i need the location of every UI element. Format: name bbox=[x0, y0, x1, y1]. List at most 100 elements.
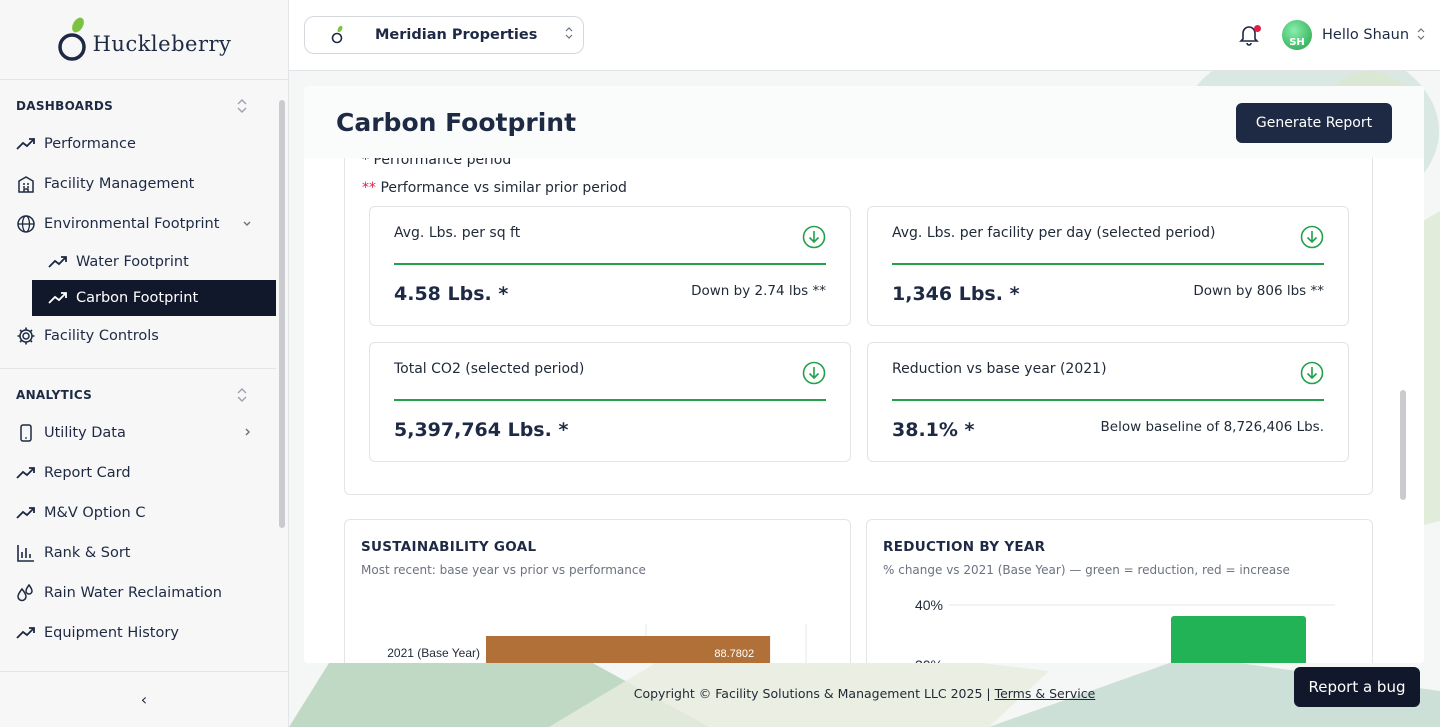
footnote-marker: ** bbox=[362, 180, 376, 196]
chevron-down-icon bbox=[242, 217, 252, 231]
page-title: Carbon Footprint bbox=[336, 108, 577, 137]
copyright-text: Copyright © Facility Solutions & Managem… bbox=[633, 686, 995, 701]
kpi-title: Total CO2 (selected period) bbox=[394, 361, 585, 377]
generate-report-button[interactable]: Generate Report bbox=[1236, 103, 1392, 143]
kpi-card-reduction-vs-base: Reduction vs base year (2021) 38.1% * Be… bbox=[867, 342, 1349, 462]
y-tick-label: 40% bbox=[915, 597, 943, 613]
sidebar-item-environmental-footprint[interactable]: Environmental Footprint bbox=[0, 204, 276, 244]
sidebar-item-water-footprint[interactable]: Water Footprint bbox=[32, 244, 276, 280]
trend-up-icon bbox=[16, 503, 36, 523]
kpi-card-lbs-per-sqft: Avg. Lbs. per sq ft 4.58 Lbs. * Down by … bbox=[369, 206, 851, 326]
kpi-value: 1,346 Lbs. * bbox=[892, 283, 1020, 305]
sidebar-item-label: Environmental Footprint bbox=[44, 216, 220, 232]
sidebar-scrollbar[interactable] bbox=[279, 100, 285, 528]
chevron-updown-icon bbox=[565, 26, 573, 42]
trend-up-icon bbox=[48, 252, 68, 272]
reduction-by-year-card: REDUCTION BY YEAR % change vs 2021 (Base… bbox=[866, 519, 1373, 663]
kpi-change: Below baseline of 8,726,406 Lbs. bbox=[1100, 419, 1324, 435]
globe-icon bbox=[16, 214, 36, 234]
avatar: SH bbox=[1282, 20, 1312, 50]
main-content: Carbon Footprint Generate Report * Perfo… bbox=[304, 86, 1424, 663]
report-bug-button[interactable]: Report a bug bbox=[1294, 667, 1420, 707]
property-name: Meridian Properties bbox=[375, 27, 538, 43]
kpi-panel: * Performance period ** Performance vs s… bbox=[344, 146, 1373, 495]
sidebar-item-label: Rain Water Reclaimation bbox=[44, 585, 222, 601]
section-analytics[interactable]: ANALYTICS bbox=[0, 377, 276, 413]
kpi-divider bbox=[892, 263, 1324, 265]
sidebar-item-mv-option-c[interactable]: M&V Option C bbox=[0, 493, 276, 533]
sidebar-item-label: Equipment History bbox=[44, 625, 179, 641]
sidebar-item-carbon-footprint[interactable]: Carbon Footprint bbox=[32, 280, 276, 316]
arrow-down-circle-icon bbox=[802, 361, 826, 385]
data-label: 88.7802 bbox=[714, 648, 754, 660]
trend-up-icon bbox=[48, 288, 68, 308]
logo[interactable]: Huckleberry bbox=[0, 0, 288, 80]
trend-up-icon bbox=[16, 134, 36, 154]
chevron-updown-icon bbox=[237, 99, 247, 113]
sidebar-item-equipment-history[interactable]: Equipment History bbox=[0, 613, 276, 653]
divider bbox=[0, 368, 276, 369]
phone-icon bbox=[16, 423, 36, 443]
section-title-analytics: ANALYTICS bbox=[16, 388, 93, 402]
sidebar-item-label: Report Card bbox=[44, 465, 131, 481]
kpi-title: Avg. Lbs. per sq ft bbox=[394, 225, 521, 241]
sidebar-nav: DASHBOARDS Performance Facility Manageme… bbox=[0, 88, 276, 673]
sidebar-item-label: Utility Data bbox=[44, 425, 126, 441]
terms-link[interactable]: Terms & Service bbox=[995, 686, 1096, 701]
section-dashboards[interactable]: DASHBOARDS bbox=[0, 88, 276, 124]
user-greeting: Hello Shaun bbox=[1322, 27, 1410, 43]
notification-badge bbox=[1254, 25, 1261, 32]
sidebar-item-label: Facility Controls bbox=[44, 328, 159, 344]
sidebar-item-label: Carbon Footprint bbox=[76, 290, 199, 306]
bar bbox=[1171, 616, 1306, 663]
logo-text: Huckleberry bbox=[92, 31, 232, 56]
droplets-icon bbox=[16, 583, 36, 603]
sidebar-item-utility-data[interactable]: Utility Data bbox=[0, 413, 276, 453]
sidebar-item-facility-controls[interactable]: Facility Controls bbox=[0, 316, 276, 356]
kpi-divider bbox=[892, 399, 1324, 401]
kpi-change: Down by 806 lbs ** bbox=[1193, 283, 1324, 299]
sidebar-item-label: Facility Management bbox=[44, 176, 195, 192]
sidebar-item-facility-management[interactable]: Facility Management bbox=[0, 164, 276, 204]
sidebar-item-rain-water-reclaimation[interactable]: Rain Water Reclaimation bbox=[0, 573, 276, 613]
property-selector[interactable]: Meridian Properties bbox=[304, 16, 584, 54]
logo-icon bbox=[57, 17, 86, 61]
gear-icon bbox=[16, 326, 36, 346]
kpi-card-lbs-per-facility-day: Avg. Lbs. per facility per day (selected… bbox=[867, 206, 1349, 326]
section-title-dashboards: DASHBOARDS bbox=[16, 99, 114, 113]
kpi-divider bbox=[394, 399, 826, 401]
sustainability-goal-chart: 2021 (Base Year) 88.7802 bbox=[387, 624, 807, 663]
y-tick-label: 30% bbox=[915, 657, 943, 663]
top-bar: Meridian Properties SH Hello Shaun bbox=[289, 0, 1440, 71]
sidebar-item-report-card[interactable]: Report Card bbox=[0, 453, 276, 493]
footnote-text: Performance vs similar prior period bbox=[376, 180, 627, 196]
sidebar-item-performance[interactable]: Performance bbox=[0, 124, 276, 164]
kpi-title: Avg. Lbs. per facility per day (selected… bbox=[892, 225, 1216, 241]
user-menu[interactable]: SH Hello Shaun bbox=[1282, 20, 1425, 50]
footnote-double: ** Performance vs similar prior period bbox=[362, 180, 627, 196]
sidebar: Huckleberry DASHBOARDS Performance Facil… bbox=[0, 0, 289, 727]
kpi-divider bbox=[394, 263, 826, 265]
chevron-right-icon bbox=[244, 426, 252, 440]
sidebar-item-label: Water Footprint bbox=[76, 254, 189, 270]
kpi-change: Down by 2.74 lbs ** bbox=[691, 283, 826, 299]
page-header: Carbon Footprint Generate Report bbox=[304, 86, 1424, 158]
reduction-by-year-chart: 40% 30% bbox=[915, 597, 1335, 663]
kpi-title: Reduction vs base year (2021) bbox=[892, 361, 1107, 377]
sidebar-item-label: Rank & Sort bbox=[44, 545, 131, 561]
arrow-down-circle-icon bbox=[1300, 225, 1324, 249]
sidebar-item-label: Performance bbox=[44, 136, 136, 152]
arrow-down-circle-icon bbox=[802, 225, 826, 249]
chevron-updown-icon bbox=[1417, 27, 1425, 43]
trend-up-icon bbox=[16, 623, 36, 643]
bar-chart-icon bbox=[16, 543, 36, 563]
kpi-value: 5,397,764 Lbs. * bbox=[394, 419, 569, 441]
sidebar-item-rank-sort[interactable]: Rank & Sort bbox=[0, 533, 276, 573]
footer: Copyright © Facility Solutions & Managem… bbox=[289, 686, 1440, 701]
chevron-updown-icon bbox=[237, 388, 247, 402]
kpi-card-total-co2: Total CO2 (selected period) 5,397,764 Lb… bbox=[369, 342, 851, 462]
main-scrollbar[interactable] bbox=[1400, 390, 1406, 500]
kpi-value: 38.1% * bbox=[892, 419, 975, 441]
building-icon bbox=[16, 174, 36, 194]
collapse-sidebar-button[interactable]: ‹ bbox=[0, 671, 288, 727]
